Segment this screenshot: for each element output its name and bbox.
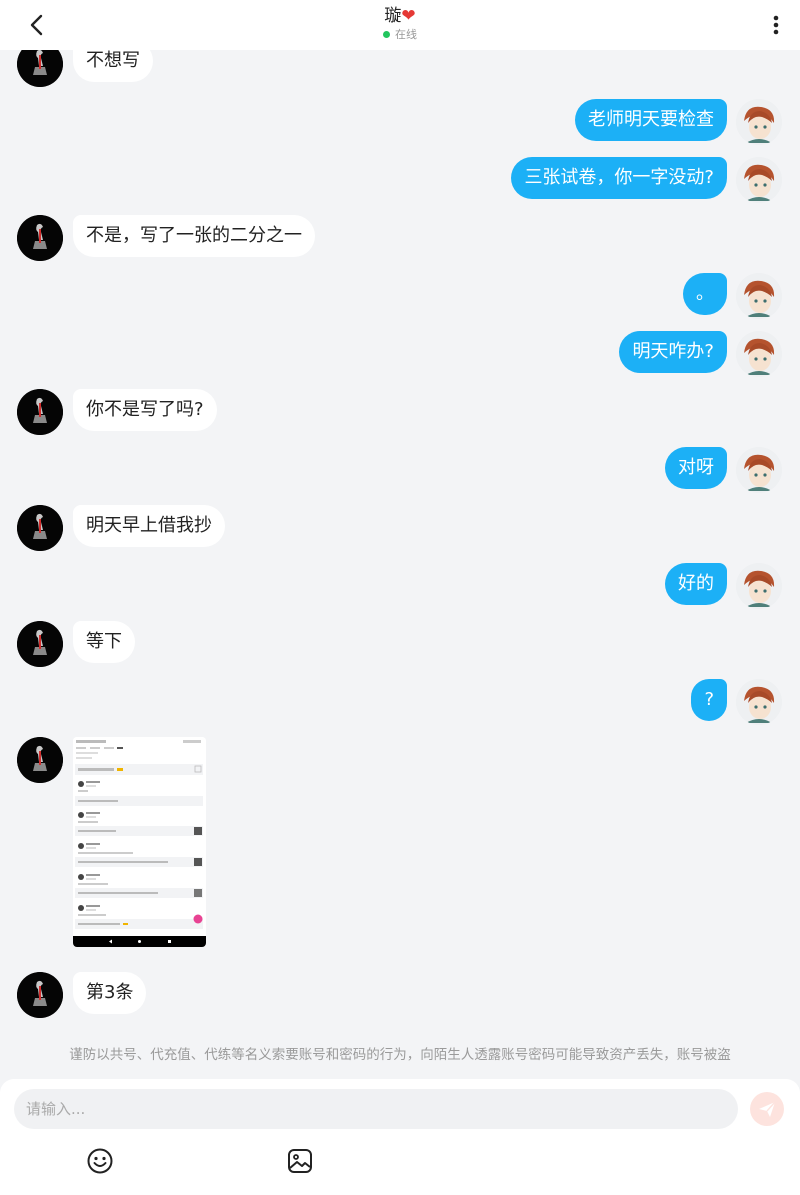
screenshot-thumbnail	[73, 737, 206, 947]
contact-avatar[interactable]	[17, 215, 63, 261]
my-avatar[interactable]	[736, 679, 782, 725]
my-avatar[interactable]	[736, 157, 782, 203]
contact-name: 璇	[384, 6, 402, 26]
contact-avatar[interactable]	[17, 505, 63, 551]
message-bubble[interactable]: 不是，写了一张的二分之一	[73, 215, 315, 257]
message-bubble[interactable]: 老师明天要检查	[575, 99, 727, 141]
message-bubble[interactable]: 等下	[73, 621, 135, 663]
message-bubble[interactable]: 好的	[665, 563, 727, 605]
my-avatar[interactable]	[736, 331, 782, 377]
contact-avatar[interactable]	[17, 972, 63, 1018]
more-options-icon[interactable]	[766, 10, 786, 40]
message-bubble[interactable]: 。	[683, 273, 727, 315]
emoji-icon[interactable]	[86, 1147, 114, 1175]
input-bar	[0, 1079, 800, 1195]
message-bubble[interactable]: 明天咋办?	[619, 331, 727, 373]
message-input[interactable]	[14, 1089, 738, 1129]
message-bubble[interactable]: ?	[691, 679, 727, 721]
image-icon[interactable]	[286, 1147, 314, 1175]
heart-icon: ❤	[401, 6, 416, 26]
my-avatar[interactable]	[736, 99, 782, 145]
message-bubble[interactable]: 第3条	[73, 972, 147, 1014]
message-bubble[interactable]: 明天早上借我抄	[73, 505, 225, 547]
message-bubble[interactable]: 你不是写了吗?	[73, 389, 217, 431]
my-avatar[interactable]	[736, 273, 782, 319]
security-notice: 谨防以共号、代充值、代练等名义索要账号和密码的行为，向陌生人透露账号密码可能导致…	[69, 1047, 731, 1063]
send-button[interactable]	[750, 1092, 784, 1126]
send-icon	[759, 1101, 776, 1117]
online-status-label: 在线	[395, 28, 417, 41]
online-status: 在线	[0, 28, 800, 42]
online-dot-icon	[383, 30, 390, 38]
chat-header: 璇❤ 在线	[0, 0, 800, 50]
my-avatar[interactable]	[736, 447, 782, 493]
contact-avatar[interactable]	[17, 737, 63, 783]
contact-avatar[interactable]	[17, 389, 63, 435]
chat-title-area: 璇❤ 在线	[0, 5, 800, 42]
contact-avatar[interactable]	[17, 621, 63, 667]
message-bubble[interactable]: 三张试卷，你一字没动?	[511, 157, 727, 199]
chat-title: 璇❤	[0, 5, 800, 27]
my-avatar[interactable]	[736, 563, 782, 609]
image-message[interactable]	[73, 737, 206, 947]
message-bubble[interactable]: 对呀	[665, 447, 727, 489]
